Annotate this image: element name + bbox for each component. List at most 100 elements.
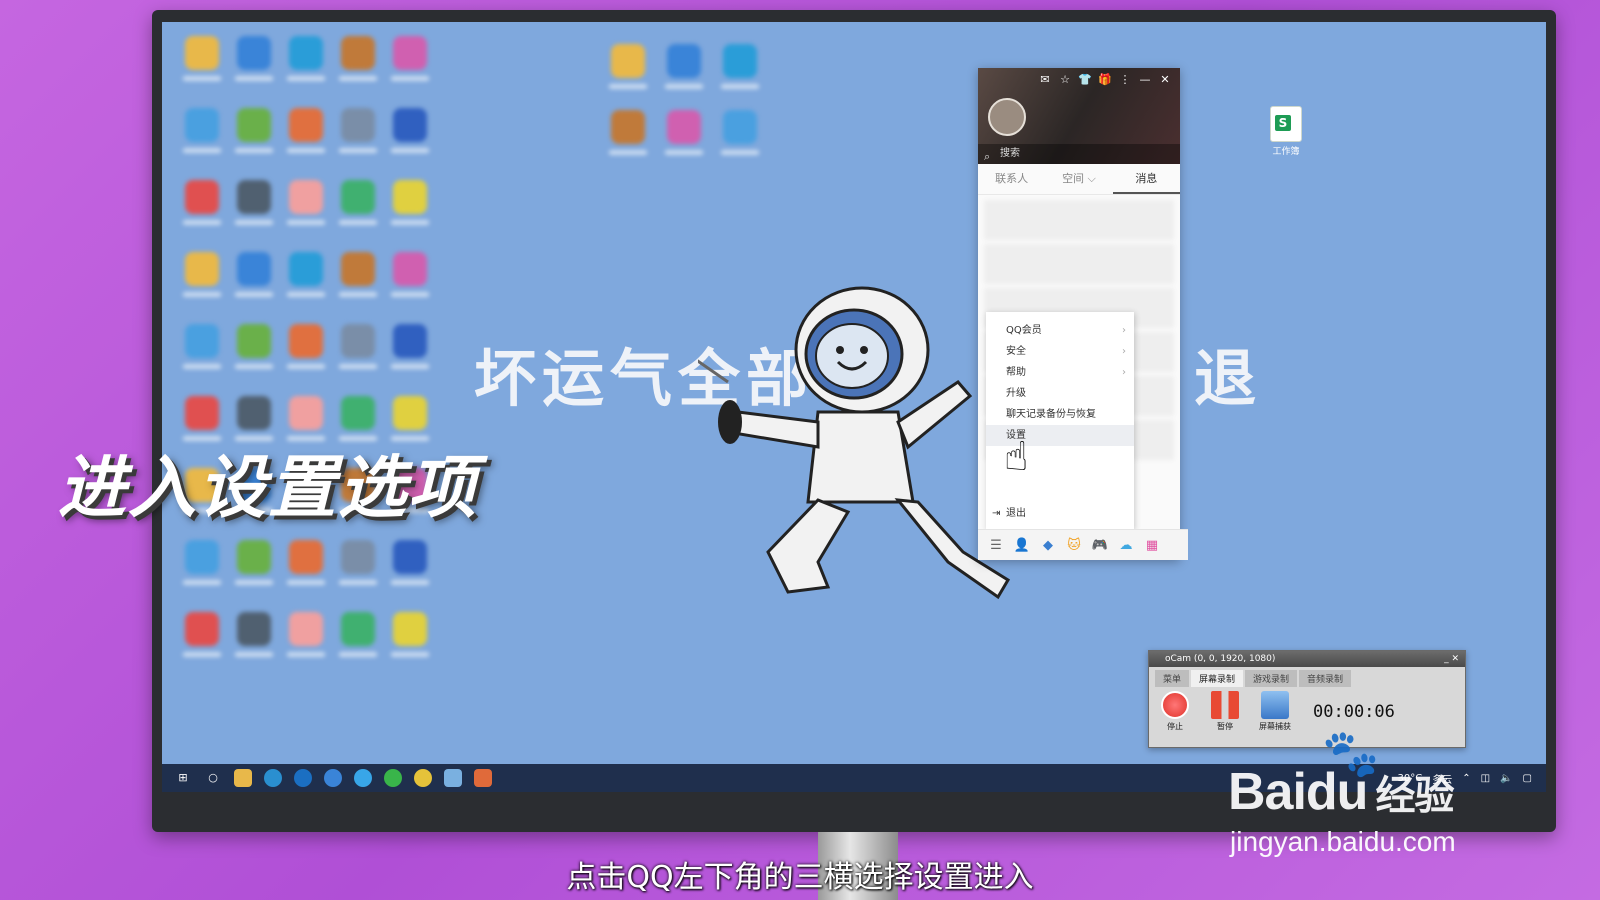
- cloud-icon[interactable]: ☁: [1116, 538, 1136, 553]
- windows-start-icon[interactable]: ⊞: [174, 769, 192, 787]
- app-icon[interactable]: [414, 769, 432, 787]
- desktop-icon[interactable]: [176, 100, 228, 172]
- desktop-icon[interactable]: [280, 244, 332, 316]
- avatar[interactable]: [988, 98, 1026, 136]
- main-menu-icon[interactable]: ☰: [986, 538, 1006, 553]
- ocam-controls: 停止 暂停 屏幕捕获 00:00:06: [1149, 687, 1465, 736]
- spreadsheet-file-icon[interactable]: [1270, 106, 1302, 142]
- desktop-icon[interactable]: [384, 532, 436, 604]
- star-icon[interactable]: ☆: [1058, 73, 1072, 86]
- tab-game-record[interactable]: 游戏录制: [1245, 670, 1298, 687]
- chevron-up-icon[interactable]: ⌃: [1462, 773, 1470, 784]
- desktop-icon[interactable]: [280, 100, 332, 172]
- desktop-icon[interactable]: [332, 28, 384, 100]
- ocam-taskbar-icon[interactable]: [474, 769, 492, 787]
- capture-button[interactable]: 屏幕捕获: [1257, 691, 1293, 732]
- desktop-icon[interactable]: [280, 172, 332, 244]
- desktop-icon[interactable]: [228, 316, 280, 388]
- app-icon[interactable]: ◆: [1038, 538, 1058, 553]
- desktop-icon[interactable]: [602, 36, 658, 102]
- volume-icon[interactable]: 🔈: [1500, 773, 1512, 784]
- tab-contacts[interactable]: 联系人: [978, 164, 1045, 194]
- desktop-icon[interactable]: [714, 102, 770, 168]
- desktop-icon[interactable]: [384, 604, 436, 676]
- search-icon[interactable]: ○: [204, 769, 222, 787]
- desktop-icon[interactable]: [714, 36, 770, 102]
- menu-item-exit[interactable]: ⇥ 退出: [986, 503, 1154, 524]
- more-icon[interactable]: ⋮: [1118, 73, 1132, 86]
- gift-icon[interactable]: 🎁: [1098, 73, 1112, 86]
- wechat-icon[interactable]: [384, 769, 402, 787]
- desktop-icon[interactable]: [332, 532, 384, 604]
- add-contact-icon[interactable]: 👤: [1012, 538, 1032, 553]
- exit-icon: ⇥: [992, 508, 1001, 519]
- desktop-icon[interactable]: [176, 172, 228, 244]
- desktop-icon[interactable]: [384, 316, 436, 388]
- app-icon[interactable]: [444, 769, 462, 787]
- ocam-title-bar[interactable]: oCam (0, 0, 1920, 1080) _ ✕: [1149, 651, 1465, 667]
- desktop-icon[interactable]: [658, 102, 714, 168]
- notification-icon[interactable]: ▢: [1523, 773, 1532, 784]
- desktop-icon[interactable]: [176, 316, 228, 388]
- desktop-icon[interactable]: [176, 532, 228, 604]
- menu-item-help[interactable]: 帮助 ›: [986, 362, 1134, 383]
- tab-menu[interactable]: 菜单: [1155, 670, 1190, 687]
- sogou-icon[interactable]: [324, 769, 342, 787]
- desktop-icon[interactable]: [228, 172, 280, 244]
- pause-button[interactable]: 暂停: [1207, 691, 1243, 732]
- desktop-icon[interactable]: [658, 36, 714, 102]
- desktop-icon[interactable]: [332, 100, 384, 172]
- tab-space[interactable]: 空间 ⌵: [1045, 164, 1112, 194]
- minimize-icon[interactable]: —: [1138, 73, 1152, 86]
- desktop-icon[interactable]: [332, 604, 384, 676]
- menu-item-upgrade[interactable]: 升级: [986, 383, 1134, 404]
- desktop-icon[interactable]: [332, 172, 384, 244]
- network-icon[interactable]: ◫: [1481, 773, 1490, 784]
- desktop-icon[interactable]: [228, 244, 280, 316]
- shirt-icon[interactable]: 👕: [1078, 73, 1092, 86]
- desktop-icon[interactable]: [228, 604, 280, 676]
- desktop-icon-label: [287, 292, 325, 297]
- tab-audio-record[interactable]: 音频录制: [1299, 670, 1352, 687]
- desktop-icon[interactable]: [280, 604, 332, 676]
- apps-grid-icon[interactable]: ▦: [1142, 538, 1162, 553]
- mail-icon[interactable]: ✉: [1038, 73, 1052, 86]
- browser-icon[interactable]: [264, 769, 282, 787]
- desktop-icon[interactable]: [176, 604, 228, 676]
- desktop-icon[interactable]: [384, 244, 436, 316]
- list-item[interactable]: [984, 244, 1174, 284]
- astronaut-illustration: [698, 286, 1011, 600]
- file-explorer-icon[interactable]: [234, 769, 252, 787]
- tab-screen-record[interactable]: 屏幕录制: [1191, 670, 1244, 687]
- desktop-icon[interactable]: [384, 100, 436, 172]
- list-item[interactable]: [984, 200, 1174, 240]
- desktop-icon[interactable]: [384, 172, 436, 244]
- watermark-logo-text: Baidu: [1228, 763, 1368, 821]
- desktop-icon[interactable]: [280, 316, 332, 388]
- edge-icon[interactable]: [294, 769, 312, 787]
- menu-item-qq-vip[interactable]: QQ会员 ›: [986, 320, 1134, 341]
- pet-icon[interactable]: 🐱: [1064, 538, 1084, 553]
- game-icon[interactable]: 🎮: [1090, 538, 1110, 553]
- desktop-icon[interactable]: [280, 532, 332, 604]
- qq-browser-icon[interactable]: [354, 769, 372, 787]
- app-icon: [185, 108, 219, 142]
- stop-button[interactable]: 停止: [1157, 691, 1193, 732]
- menu-item-chat-backup[interactable]: 聊天记录备份与恢复: [986, 404, 1134, 425]
- close-icon[interactable]: _ ✕: [1444, 651, 1459, 667]
- desktop-icon[interactable]: [228, 28, 280, 100]
- qq-search-bar[interactable]: ⌕ 搜索: [978, 144, 1180, 164]
- menu-item-security[interactable]: 安全 ›: [986, 341, 1134, 362]
- desktop-icon[interactable]: [602, 102, 658, 168]
- tab-messages[interactable]: 消息: [1112, 164, 1180, 194]
- desktop-icon[interactable]: [384, 28, 436, 100]
- close-icon[interactable]: ✕: [1158, 73, 1172, 86]
- desktop-icon[interactable]: [176, 28, 228, 100]
- desktop-icon[interactable]: [332, 244, 384, 316]
- desktop-icon[interactable]: [228, 532, 280, 604]
- desktop-icon[interactable]: [332, 316, 384, 388]
- desktop-icon[interactable]: [280, 28, 332, 100]
- desktop-icon[interactable]: [176, 244, 228, 316]
- desktop-icon[interactable]: [228, 100, 280, 172]
- desktop-icon-label: [287, 652, 325, 657]
